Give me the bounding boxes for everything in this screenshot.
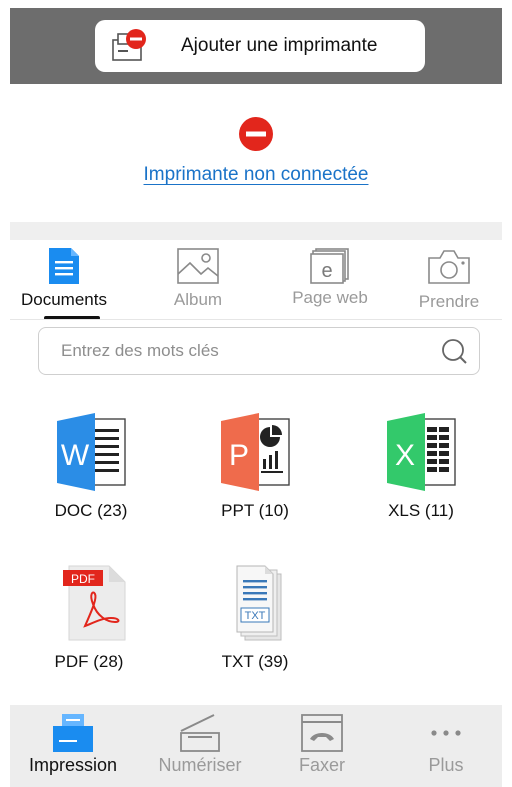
tab-camera-label: Prendre	[418, 292, 480, 311]
more-icon	[424, 713, 468, 758]
printer-error-icon	[109, 26, 153, 66]
print-icon	[51, 713, 95, 758]
section-divider	[10, 222, 502, 240]
web-page-icon: e	[310, 248, 350, 289]
search-input[interactable]	[59, 328, 433, 374]
file-type-xls[interactable]: X XLS (11)	[356, 413, 486, 521]
file-type-xls-label: XLS (11)	[388, 501, 454, 520]
nav-scan[interactable]: Numériser	[148, 705, 252, 787]
nav-print-label: Impression	[28, 755, 118, 775]
file-type-pdf-label: PDF (28)	[54, 652, 124, 671]
word-letter: W	[61, 439, 90, 472]
svg-text:e: e	[321, 260, 332, 282]
file-type-ppt[interactable]: P PPT (10)	[190, 413, 320, 521]
file-type-doc[interactable]: W DOC (23)	[26, 413, 156, 521]
powerpoint-icon: P	[215, 413, 295, 491]
tab-documents-label: Documents	[21, 290, 107, 309]
tabs-separator	[10, 319, 502, 320]
pdf-icon: PDF	[49, 564, 129, 642]
tab-camera[interactable]: Prendre	[404, 240, 494, 318]
scanner-icon	[178, 713, 222, 758]
nav-scan-label: Numériser	[158, 755, 242, 775]
image-icon	[177, 248, 219, 289]
fax-icon	[300, 713, 344, 758]
add-printer-label: Ajouter une imprimante	[181, 35, 378, 56]
printer-header: Ajouter une imprimante	[10, 8, 502, 84]
excel-letter: X	[395, 439, 415, 472]
app-frame: Ajouter une imprimante Imprimante non co…	[10, 0, 502, 787]
camera-icon	[428, 248, 470, 289]
pdf-badge: PDF	[71, 572, 95, 586]
excel-icon: X	[381, 413, 461, 491]
tab-album-label: Album	[173, 290, 223, 309]
bottom-navigation: Impression Numériser Faxer Plus	[10, 705, 502, 787]
file-type-pdf[interactable]: PDF PDF (28)	[24, 564, 154, 672]
source-tabs: Documents Album e Page web Prendre	[10, 240, 502, 318]
printer-status-link[interactable]: Imprimante non connectée	[10, 164, 502, 186]
tab-album[interactable]: Album	[148, 240, 248, 318]
nav-more-label: Plus	[428, 755, 464, 775]
word-icon: W	[51, 413, 131, 491]
nav-print[interactable]: Impression	[14, 705, 132, 787]
txt-badge: TXT	[245, 610, 266, 622]
search-box	[38, 327, 480, 375]
error-status-icon	[238, 116, 274, 152]
nav-fax[interactable]: Faxer	[282, 705, 362, 787]
file-type-txt-label: TXT (39)	[221, 652, 289, 671]
tab-web-page[interactable]: e Page web	[272, 240, 388, 318]
document-icon	[49, 248, 79, 289]
tab-documents[interactable]: Documents	[10, 240, 118, 318]
search-icon[interactable]	[441, 338, 467, 369]
file-type-txt[interactable]: TXT TXT (39)	[190, 564, 320, 672]
file-type-doc-label: DOC (23)	[54, 501, 128, 520]
add-printer-button[interactable]: Ajouter une imprimante	[95, 20, 425, 72]
txt-icon: TXT	[215, 564, 295, 642]
nav-fax-label: Faxer	[298, 755, 345, 775]
nav-more[interactable]: Plus	[402, 705, 490, 787]
file-type-ppt-label: PPT (10)	[221, 501, 289, 520]
powerpoint-letter: P	[229, 439, 249, 472]
tab-web-page-label: Page web	[292, 288, 368, 307]
